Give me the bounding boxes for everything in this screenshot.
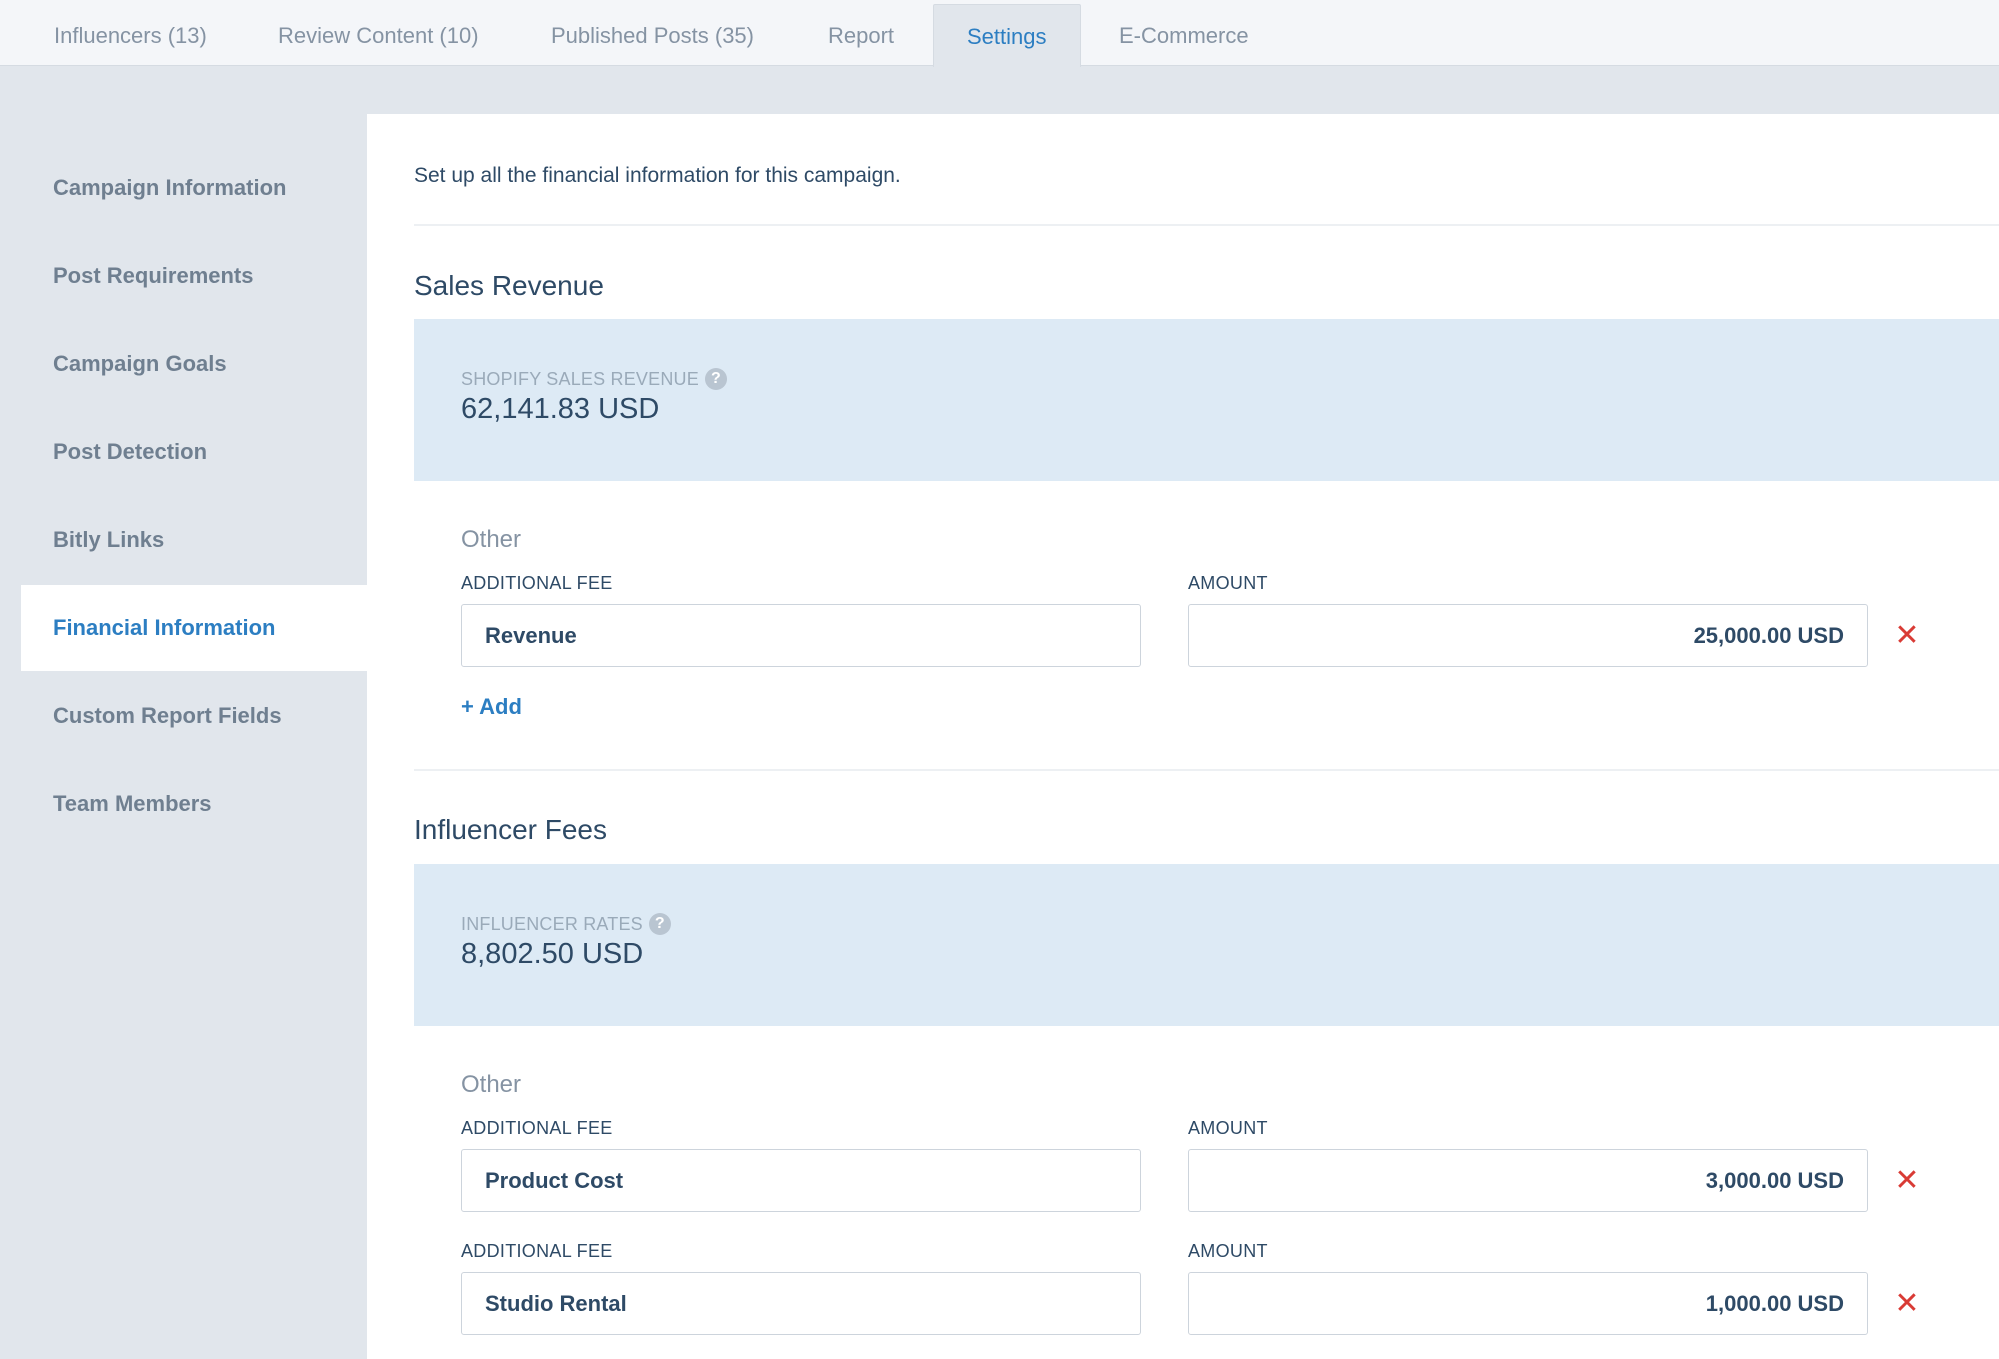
summary-value: 62,141.83 USD [461,393,660,425]
settings-sidebar: Campaign Information Post Requirements C… [0,67,367,1359]
sidebar-item-campaign-goals[interactable]: Campaign Goals [21,321,367,407]
remove-fee-icon[interactable]: ✕ [1891,1288,1923,1320]
section-title-influencer-fees: Influencer Fees [414,814,607,845]
sidebar-item-campaign-information[interactable]: Campaign Information [21,145,367,231]
sidebar-item-team-members[interactable]: Team Members [21,761,367,847]
sidebar-item-post-detection[interactable]: Post Detection [21,409,367,495]
divider [414,769,1999,771]
amount-input[interactable] [1188,1149,1868,1212]
influencer-rates-summary: INFLUENCER RATES ? 8,802.50 USD [414,864,1999,1026]
summary-value: 8,802.50 USD [461,938,644,970]
add-fee-link[interactable]: + Add [461,694,522,720]
other-label: Other [461,526,522,553]
divider [414,224,1999,226]
sidebar-item-custom-report-fields[interactable]: Custom Report Fields [21,673,367,759]
sidebar-item-financial-information[interactable]: Financial Information [21,585,367,671]
sidebar-item-bitly-links[interactable]: Bitly Links [21,497,367,583]
additional-fee-input[interactable] [461,1149,1141,1212]
tab-influencers[interactable]: Influencers (13) [21,4,240,67]
amount-input[interactable] [1188,604,1868,667]
help-icon[interactable]: ? [648,913,671,935]
amount-label: AMOUNT [1188,1118,1268,1138]
amount-input[interactable] [1188,1272,1868,1335]
amount-label: AMOUNT [1188,573,1268,593]
summary-label: SHOPIFY SALES REVENUE ? [461,368,727,390]
sidebar-item-post-requirements[interactable]: Post Requirements [21,233,367,319]
summary-label: INFLUENCER RATES ? [461,913,671,935]
intro-text: Set up all the financial information for… [414,164,901,187]
other-label: Other [461,1071,522,1098]
additional-fee-input[interactable] [461,1272,1141,1335]
tab-e-commerce[interactable]: E-Commerce [1086,4,1282,67]
additional-fee-label: ADDITIONAL FEE [461,1118,613,1138]
summary-label-text: INFLUENCER RATES [461,913,643,934]
remove-fee-icon[interactable]: ✕ [1891,1165,1923,1197]
tab-bar: Influencers (13) Review Content (10) Pub… [0,0,1999,67]
amount-label: AMOUNT [1188,1241,1268,1261]
additional-fee-input[interactable] [461,604,1141,667]
tab-report[interactable]: Report [795,4,927,67]
tab-review-content[interactable]: Review Content (10) [245,4,512,67]
additional-fee-label: ADDITIONAL FEE [461,573,613,593]
additional-fee-label: ADDITIONAL FEE [461,1241,613,1261]
section-title-sales-revenue: Sales Revenue [414,270,604,301]
shopify-sales-revenue-summary: SHOPIFY SALES REVENUE ? 62,141.83 USD [414,319,1999,481]
remove-fee-icon[interactable]: ✕ [1891,620,1923,652]
help-icon[interactable]: ? [704,368,727,390]
tab-settings[interactable]: Settings [933,4,1081,67]
financial-information-panel: Set up all the financial information for… [367,114,1999,1359]
tab-published-posts[interactable]: Published Posts (35) [518,4,787,67]
summary-label-text: SHOPIFY SALES REVENUE [461,368,699,389]
